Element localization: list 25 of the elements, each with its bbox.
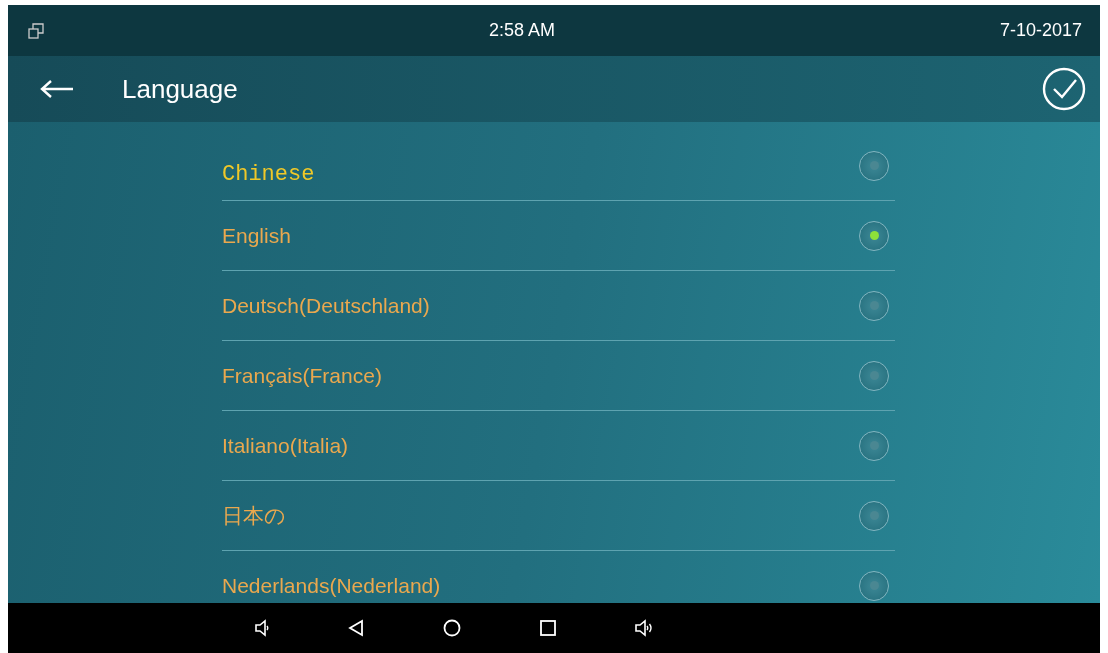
volume-up-icon[interactable] — [635, 619, 653, 637]
recent-apps-icon[interactable] — [540, 620, 556, 636]
language-label: 日本の — [222, 502, 287, 529]
radio-button[interactable] — [859, 500, 889, 531]
radio-button[interactable] — [859, 220, 889, 251]
language-label: Italiano(Italia) — [222, 433, 350, 458]
radio-button[interactable] — [859, 290, 889, 321]
language-label: English — [222, 223, 292, 248]
radio-button[interactable] — [859, 430, 889, 461]
window-switch-icon[interactable] — [28, 22, 44, 39]
language-label: Nederlands(Nederland) — [222, 573, 442, 598]
back-arrow-icon[interactable] — [40, 79, 74, 99]
radio-button[interactable] — [859, 360, 889, 391]
radio-button[interactable] — [859, 570, 889, 601]
language-label: Français(France) — [222, 363, 383, 388]
language-label: Deutsch(Deutschland) — [222, 293, 431, 318]
page-title: Language — [122, 73, 239, 105]
radio-button[interactable] — [859, 150, 889, 181]
language-label: Chinese — [222, 161, 316, 187]
date-text: 7-10-2017 — [999, 20, 1082, 41]
back-icon[interactable] — [348, 619, 364, 637]
checkmark-icon[interactable] — [1042, 67, 1086, 111]
volume-down-icon[interactable] — [255, 619, 269, 637]
home-icon[interactable] — [443, 619, 461, 637]
clock-time: 2:58 AM — [487, 20, 556, 41]
